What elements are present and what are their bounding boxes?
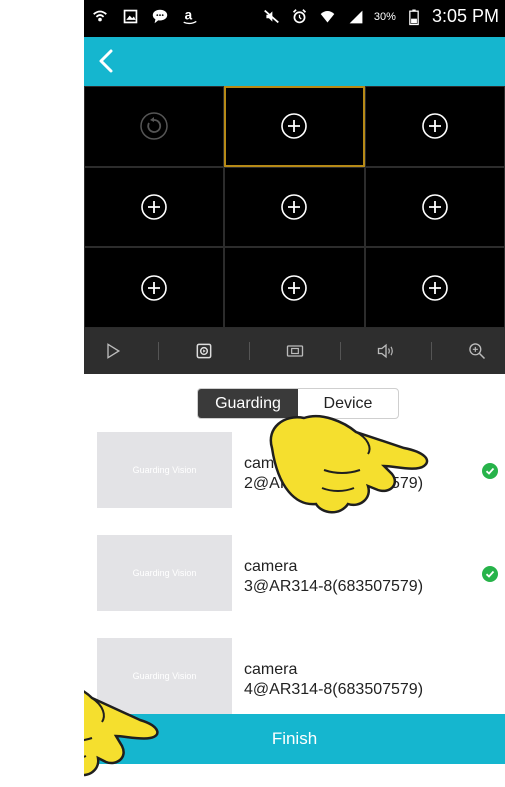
grid-cell-refresh[interactable] [84, 86, 225, 167]
add-icon [141, 274, 167, 301]
battery-percent: 30% [373, 10, 396, 23]
list-item[interactable]: Guarding Vision camera 3@AR314-8(6835075… [84, 535, 505, 613]
wifi-icon [318, 7, 338, 27]
grid-cell-add[interactable] [84, 166, 225, 248]
grid-cell-add-selected[interactable] [224, 86, 365, 167]
toolbar-divider [339, 342, 341, 360]
phone-screen: a 30% 3:05 PM Guarding Device Guarding V… [84, 0, 505, 787]
playback-toolbar [84, 328, 505, 374]
pointing-hand-icon [269, 415, 429, 514]
device-name-line2: 3@AR314-8(683507579) [244, 578, 424, 595]
add-icon [281, 113, 308, 140]
add-icon [422, 194, 448, 220]
app-bar [84, 37, 505, 86]
grid-cell-add[interactable] [84, 247, 225, 328]
device-name-line2: 4@AR314-8(683507579) [244, 681, 424, 698]
thumbnail-label: Guarding Vision [132, 465, 197, 475]
status-bar: a 30% 3:05 PM [84, 0, 505, 37]
add-icon [422, 274, 448, 301]
add-icon [141, 194, 167, 220]
device-name-line1: camera [244, 558, 298, 575]
grid-cell-add[interactable] [364, 166, 505, 248]
camera-grid [84, 86, 505, 328]
sound-icon[interactable] [374, 339, 398, 363]
wifi-call-icon [90, 6, 110, 26]
amazon-icon: a [180, 6, 200, 26]
check-icon[interactable] [482, 463, 498, 479]
message-icon [150, 6, 170, 26]
image-icon [120, 6, 140, 26]
toolbar-divider [157, 342, 159, 360]
toolbar-divider [430, 342, 432, 360]
clock-time: 3:05 PM [431, 6, 499, 26]
record-icon[interactable] [192, 339, 216, 363]
grid-cell-add[interactable] [224, 166, 365, 248]
device-name: camera 4@AR314-8(683507579) [244, 660, 459, 700]
alarm-icon [290, 7, 310, 27]
device-thumbnail: Guarding Vision [97, 432, 232, 508]
add-icon [281, 274, 308, 301]
device-thumbnail: Guarding Vision [97, 535, 232, 611]
play-icon[interactable] [101, 339, 125, 363]
mute-icon [262, 7, 282, 27]
refresh-icon [140, 112, 168, 141]
grid-cell-add[interactable] [224, 247, 365, 328]
add-icon [422, 113, 448, 140]
add-icon [281, 194, 308, 220]
zoom-icon[interactable] [465, 339, 489, 363]
battery-icon [404, 7, 424, 27]
status-right-icons: 30% 3:05 PM [262, 6, 499, 27]
capture-icon[interactable] [283, 339, 307, 363]
pointing-hand-icon [84, 690, 159, 777]
device-name-line1: camera [244, 661, 298, 678]
thumbnail-label: Guarding Vision [132, 568, 197, 578]
signal-icon [346, 7, 366, 27]
check-icon[interactable] [482, 566, 498, 582]
svg-text:a: a [185, 8, 193, 23]
toolbar-divider [248, 342, 250, 360]
device-name: camera 3@AR314-8(683507579) [244, 557, 459, 597]
back-icon[interactable] [94, 48, 120, 74]
status-left-icons: a [90, 6, 200, 26]
grid-cell-add[interactable] [364, 247, 505, 328]
grid-cell-add[interactable] [364, 86, 505, 167]
